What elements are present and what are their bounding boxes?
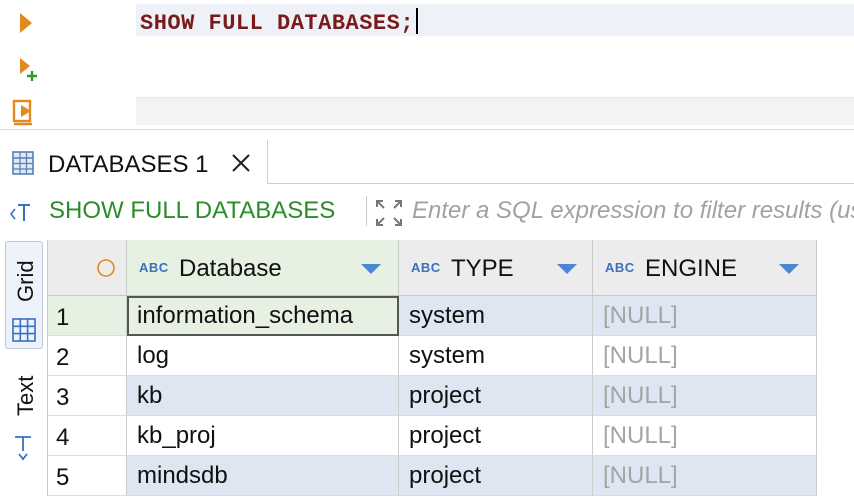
sort-dropdown-icon[interactable] <box>777 262 801 276</box>
sort-dropdown-icon[interactable] <box>555 262 579 276</box>
column-header-engine[interactable]: ABC ENGINE <box>593 240 817 296</box>
execute-script-icon[interactable] <box>10 96 40 126</box>
string-type-icon: ABC <box>139 260 169 275</box>
table-grid-icon <box>10 150 36 176</box>
tab-databases-1[interactable]: DATABASES 1 <box>0 140 268 184</box>
filter-input[interactable] <box>412 191 854 231</box>
editor-current-line[interactable]: SHOW FULL DATABASES; <box>136 4 854 36</box>
view-switcher: Grid Text <box>0 238 46 498</box>
string-type-icon: ABC <box>605 260 635 275</box>
column-header-database[interactable]: ABC Database <box>127 240 399 296</box>
table-cell-type[interactable]: system <box>399 296 593 336</box>
row-number[interactable]: 4 <box>47 416 127 456</box>
grid-view-label: Grid <box>13 260 38 302</box>
editor-divider <box>0 129 854 130</box>
table-cell-database[interactable]: kb_proj <box>127 416 399 456</box>
tab-grid-view[interactable]: Grid <box>5 241 43 349</box>
table-cell-engine[interactable]: [NULL] <box>593 296 817 336</box>
column-label-type: TYPE <box>451 255 514 282</box>
table-cell-database[interactable]: log <box>127 336 399 376</box>
tab-label: DATABASES 1 <box>48 151 209 178</box>
column-label-database: Database <box>179 255 282 282</box>
result-tab-bar: DATABASES 1 <box>0 140 854 184</box>
sql-editor[interactable]: SHOW FULL DATABASES; <box>0 0 854 130</box>
row-number[interactable]: 5 <box>47 456 127 496</box>
table-cell-engine[interactable]: [NULL] <box>593 416 817 456</box>
query-label[interactable]: SHOW FULL DATABASES <box>49 197 335 225</box>
table-cell-engine[interactable]: [NULL] <box>593 336 817 376</box>
table-cell-type[interactable]: project <box>399 416 593 456</box>
text-view-label: Text <box>13 375 38 416</box>
table-cell-engine[interactable]: [NULL] <box>593 456 817 496</box>
column-header-type[interactable]: ABC TYPE <box>399 240 593 296</box>
row-number[interactable]: 3 <box>47 376 127 416</box>
sql-text-icon <box>8 200 48 224</box>
result-grid: ABC Database ABC TYPE ABC ENGINE 1 infor… <box>47 240 854 498</box>
table-cell-engine[interactable]: [NULL] <box>593 376 817 416</box>
row-number[interactable]: 2 <box>47 336 127 376</box>
row-number[interactable]: 1 <box>47 296 127 336</box>
table-cell-database[interactable]: information_schema <box>127 296 399 336</box>
execute-statement-icon[interactable] <box>10 8 40 38</box>
grid-icon <box>11 317 37 343</box>
close-icon[interactable] <box>230 152 252 174</box>
text-format-icon <box>11 434 37 464</box>
table-cell-database[interactable]: kb <box>127 376 399 416</box>
filter-bar: SHOW FULL DATABASES <box>0 188 854 234</box>
string-type-icon: ABC <box>411 260 441 275</box>
row-number-header[interactable] <box>47 240 127 296</box>
tab-text-view[interactable]: Text <box>5 358 43 468</box>
table-cell-type[interactable]: system <box>399 336 593 376</box>
sort-dropdown-icon[interactable] <box>359 262 383 276</box>
sql-statement[interactable]: SHOW FULL DATABASES; <box>140 8 419 36</box>
table-cell-type[interactable]: project <box>399 376 593 416</box>
table-cell-type[interactable]: project <box>399 456 593 496</box>
select-all-icon[interactable] <box>96 258 116 278</box>
table-cell-database[interactable]: mindsdb <box>127 456 399 496</box>
editor-empty-line[interactable] <box>136 97 854 125</box>
column-label-engine: ENGINE <box>645 255 738 282</box>
text-caret <box>416 8 419 34</box>
expand-icon[interactable] <box>374 198 404 228</box>
execute-new-tab-icon[interactable] <box>10 54 40 84</box>
filter-divider <box>366 196 367 226</box>
